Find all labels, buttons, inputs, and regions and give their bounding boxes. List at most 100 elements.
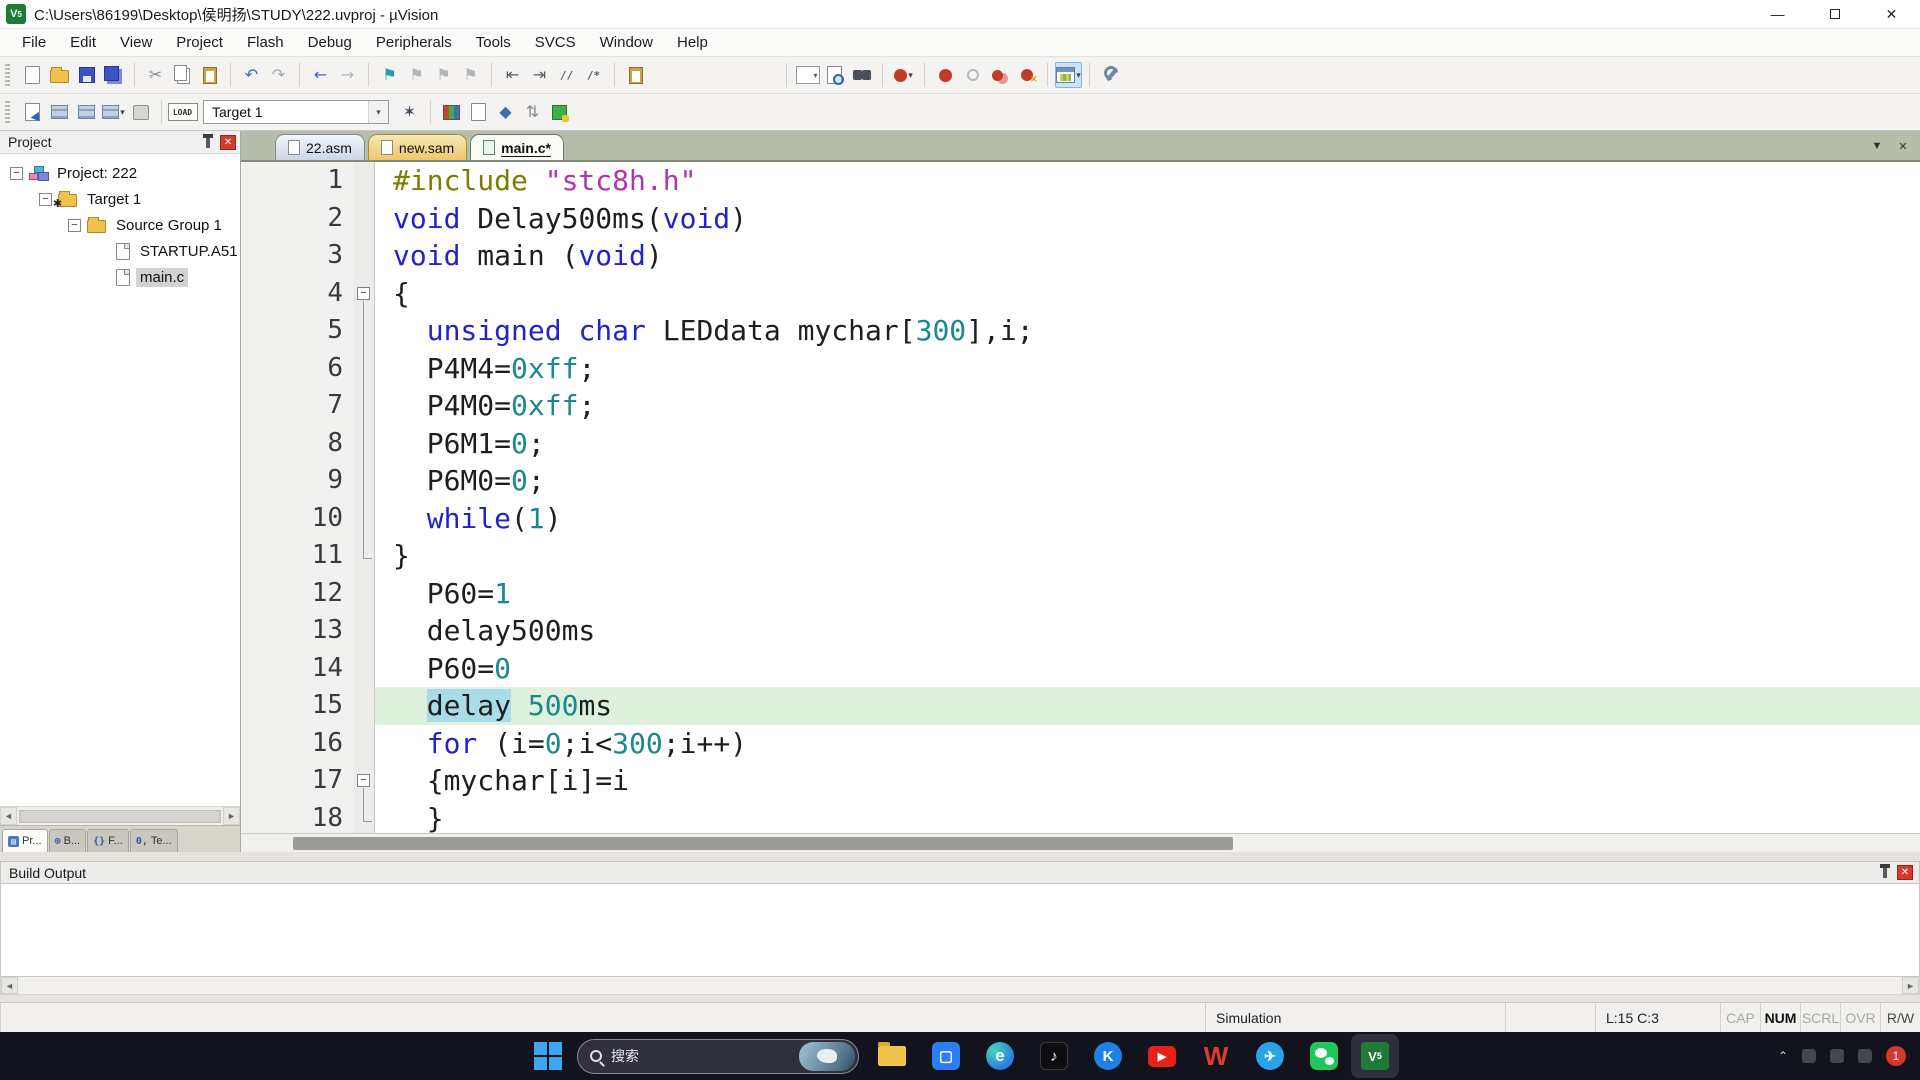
tree-item-target-1[interactable]: − Target 1 xyxy=(0,186,240,212)
configure-tools-button[interactable] xyxy=(1097,62,1124,88)
options-for-target-button[interactable]: ✶ xyxy=(396,99,423,125)
code-line-15[interactable]: 15 delay 500ms xyxy=(241,687,1920,725)
menu-item-flash[interactable]: Flash xyxy=(235,31,296,54)
find-text-combo-button[interactable]: ▾ xyxy=(794,62,821,88)
functions-page-tab[interactable]: {} F... xyxy=(87,829,129,852)
build-output-hscrollbar[interactable]: ◄ ► xyxy=(0,977,1920,995)
new-file-button[interactable] xyxy=(19,62,46,88)
editor-tab-22-asm[interactable]: 22.asm xyxy=(275,134,365,160)
file-extensions-button[interactable] xyxy=(465,99,492,125)
unindent-button[interactable]: ⇤ xyxy=(499,62,526,88)
rebuild-button[interactable] xyxy=(73,99,100,125)
disable-all-breakpoints-button[interactable] xyxy=(986,62,1013,88)
code-line-13[interactable]: 13 delay500ms xyxy=(241,612,1920,650)
insert-remove-breakpoint-button[interactable] xyxy=(932,62,959,88)
fold-collapse-icon[interactable]: − xyxy=(357,286,370,300)
start-button[interactable] xyxy=(533,1041,563,1071)
project-page-tab[interactable]: ▤ Pr... xyxy=(2,829,48,852)
taskbar-app-wps-office[interactable]: W xyxy=(1189,1032,1243,1080)
taskbar-app-music-app[interactable]: ♪ xyxy=(1027,1032,1081,1080)
project-panel-hscrollbar[interactable]: ◄ ► xyxy=(0,806,240,825)
search-image-thumbnail[interactable] xyxy=(799,1041,855,1071)
open-file-button[interactable] xyxy=(46,62,73,88)
download-to-flash-button[interactable]: LOAD xyxy=(167,99,198,125)
code-editor[interactable]: 1 #include "stc8h.h" 2 void Delay500ms(void… xyxy=(241,162,1920,833)
code-line-4[interactable]: 4− { xyxy=(241,274,1920,312)
navigate-forward-button[interactable]: → xyxy=(334,62,361,88)
code-line-14[interactable]: 14 P60=0 xyxy=(241,649,1920,687)
scroll-left-icon[interactable]: ◄ xyxy=(0,807,17,825)
books-page-tab[interactable]: ⊕ B... xyxy=(48,829,87,852)
manage-project-items-button[interactable] xyxy=(438,99,465,125)
pin-panel-button[interactable] xyxy=(199,133,217,151)
code-line-11[interactable]: 11} xyxy=(241,537,1920,575)
pin-output-button[interactable] xyxy=(1876,864,1894,882)
scroll-right-icon[interactable]: ► xyxy=(1902,977,1919,994)
tree-expander-icon[interactable]: − xyxy=(39,192,52,206)
fold-collapse-icon[interactable]: − xyxy=(357,774,370,787)
code-line-17[interactable]: 17− {mychar[i]=i xyxy=(241,762,1920,800)
taskbar-app-youtube[interactable]: ▶ xyxy=(1135,1032,1189,1080)
code-line-5[interactable]: 5 unsigned char LEDdata mychar[300],i; xyxy=(241,312,1920,350)
code-line-6[interactable]: 6 P4M4=0xff; xyxy=(241,349,1920,387)
editor-tab-main-c-[interactable]: main.c* xyxy=(470,134,564,160)
scroll-left-icon[interactable]: ◄ xyxy=(1,977,18,994)
next-bookmark-button[interactable]: ⚑ xyxy=(430,62,457,88)
fold-margin[interactable]: − xyxy=(353,762,375,800)
search-dropdown-button[interactable]: ▾ xyxy=(890,62,917,88)
target-select-combobox[interactable]: Target 1 ▾ xyxy=(203,100,389,124)
code-line-3[interactable]: 3 void main (void) xyxy=(241,237,1920,275)
editor-scroll-thumb[interactable] xyxy=(293,836,1234,850)
code-line-12[interactable]: 12 P60=1 xyxy=(241,574,1920,612)
save-all-button[interactable] xyxy=(100,62,127,88)
tab-list-dropdown-icon[interactable]: ▼ xyxy=(1868,137,1886,155)
copy-button[interactable] xyxy=(169,62,196,88)
tray-icon[interactable] xyxy=(1858,1049,1872,1063)
menu-item-debug[interactable]: Debug xyxy=(296,31,364,54)
save-button[interactable] xyxy=(73,62,100,88)
tray-icon[interactable] xyxy=(1830,1049,1844,1063)
navigate-back-button[interactable]: ← xyxy=(307,62,334,88)
previous-bookmark-button[interactable]: ⚑ xyxy=(403,62,430,88)
redo-button[interactable]: ↷ xyxy=(265,62,292,88)
comment-button[interactable]: // xyxy=(553,62,580,88)
taskbar-app-keil-uvision[interactable]: V5 xyxy=(1351,1034,1399,1078)
maximize-button[interactable] xyxy=(1806,0,1863,28)
menu-item-peripherals[interactable]: Peripherals xyxy=(364,31,464,54)
menu-item-tools[interactable]: Tools xyxy=(464,31,523,54)
templates-page-tab[interactable]: 0, Te... xyxy=(129,829,178,852)
close-button[interactable]: ✕ xyxy=(1863,0,1920,28)
target-dialog-button[interactable]: ◆ xyxy=(492,99,519,125)
cut-button[interactable]: ✂ xyxy=(142,62,169,88)
taskbar-app-wechat[interactable] xyxy=(1297,1032,1351,1080)
build-output-content[interactable] xyxy=(0,884,1920,977)
menu-item-help[interactable]: Help xyxy=(665,31,720,54)
menu-item-view[interactable]: View xyxy=(108,31,164,54)
close-document-icon[interactable]: ✕ xyxy=(1894,137,1912,155)
tree-item-startup-a51[interactable]: STARTUP.A51 xyxy=(0,238,240,264)
tree-item-main-c[interactable]: main.c xyxy=(0,264,240,290)
system-viewer-button[interactable]: ▾ xyxy=(1055,62,1082,88)
kill-all-breakpoints-button[interactable] xyxy=(1013,62,1040,88)
code-line-10[interactable]: 10 while(1) xyxy=(241,499,1920,537)
fold-margin[interactable]: − xyxy=(353,274,375,312)
tray-icon[interactable] xyxy=(1802,1049,1816,1063)
update-target-button[interactable]: ⇅ xyxy=(519,99,546,125)
undo-button[interactable]: ↶ xyxy=(238,62,265,88)
code-line-7[interactable]: 7 P4M0=0xff; xyxy=(241,387,1920,425)
code-line-2[interactable]: 2 void Delay500ms(void) xyxy=(241,199,1920,237)
find-in-files-button[interactable] xyxy=(821,62,848,88)
menu-item-svcs[interactable]: SVCS xyxy=(523,31,588,54)
code-line-16[interactable]: 16 for (i=0;i<300;i++) xyxy=(241,724,1920,762)
menu-item-project[interactable]: Project xyxy=(164,31,235,54)
search-box[interactable]: 搜索 xyxy=(577,1038,859,1074)
stop-build-button[interactable] xyxy=(127,99,154,125)
scroll-right-icon[interactable]: ► xyxy=(223,807,240,825)
enable-disable-breakpoint-button[interactable] xyxy=(959,62,986,88)
editor-tab-new-sam[interactable]: new.sam xyxy=(367,134,468,160)
code-line-1[interactable]: 1 #include "stc8h.h" xyxy=(241,162,1920,200)
menu-item-file[interactable]: File xyxy=(10,31,58,54)
taskbar-app-messenger-app[interactable]: ✈ xyxy=(1243,1032,1297,1080)
close-output-button[interactable]: ✕ xyxy=(1897,865,1913,880)
tree-expander-icon[interactable]: − xyxy=(68,218,81,232)
